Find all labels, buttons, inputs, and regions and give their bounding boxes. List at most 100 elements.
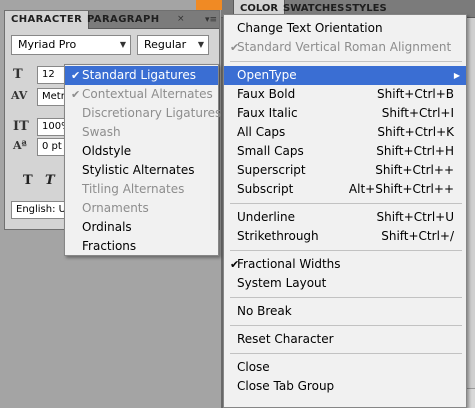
menu-item-fractional-widths[interactable]: ✔ Fractional Widths [224, 255, 466, 274]
submenu-item-swash: Swash [65, 123, 218, 142]
submenu-item-label: Stylistic Alternates [82, 163, 195, 177]
menu-separator [230, 203, 462, 204]
submenu-item-label: Ordinals [82, 220, 132, 234]
menu-item-all-caps[interactable]: All Caps Shift+Ctrl+K [224, 123, 466, 142]
font-family-value: Myriad Pro [18, 38, 77, 51]
menu-item-close-tab-group[interactable]: Close Tab Group [224, 377, 466, 396]
tab-swatches-label: SWATCHES [283, 3, 345, 14]
close-icon[interactable]: × [177, 15, 186, 24]
menu-item-reset-character[interactable]: Reset Character [224, 330, 466, 349]
submenu-item-standard-ligatures[interactable]: ✔ Standard Ligatures [65, 66, 218, 85]
menu-item-strikethrough[interactable]: Strikethrough Shift+Ctrl+/ [224, 227, 466, 246]
font-family-select[interactable]: Myriad Pro ▼ [11, 35, 131, 55]
submenu-item-label: Swash [82, 125, 121, 139]
menu-item-label: Superscript [237, 163, 306, 177]
menu-item-opentype[interactable]: OpenType ▶ [224, 66, 466, 85]
font-size-value: 12 pt [42, 69, 55, 80]
menu-item-label: All Caps [237, 125, 286, 139]
submenu-item-label: Discretionary Ligatures [82, 106, 222, 120]
faux-italic-icon[interactable]: T [45, 173, 55, 188]
kerning-icon: AV [11, 89, 28, 102]
menu-item-close[interactable]: Close [224, 358, 466, 377]
menu-item-faux-italic[interactable]: Faux Italic Shift+Ctrl+I [224, 104, 466, 123]
menu-item-superscript[interactable]: Superscript Shift+Ctrl++ [224, 161, 466, 180]
submenu-item-titling-alternates: Titling Alternates [65, 180, 218, 199]
checkmark-icon: ✔ [71, 69, 81, 82]
character-panel-tabbar: CHARACTER PARAGRAPH × ▾≡ [5, 11, 219, 29]
submenu-item-stylistic-alternates[interactable]: Stylistic Alternates [65, 161, 218, 180]
font-style-select[interactable]: Regular ▼ [137, 35, 209, 55]
font-size-field[interactable]: 12 pt [37, 66, 67, 84]
menu-separator [230, 297, 462, 298]
menu-item-label: Standard Vertical Roman Alignment [237, 40, 452, 54]
language-value: English: U [16, 204, 66, 215]
menu-item-system-layout[interactable]: System Layout [224, 274, 466, 293]
submenu-item-ornaments: Ornaments [65, 199, 218, 218]
menu-item-label: Reset Character [237, 332, 334, 346]
submenu-item-label: Ornaments [82, 201, 149, 215]
tab-paragraph[interactable]: PARAGRAPH [81, 11, 166, 29]
menu-item-label: Close Tab Group [237, 379, 335, 393]
menu-item-shortcut: Shift+Ctrl+K [377, 125, 454, 139]
checkmark-icon: ✔ [71, 88, 81, 101]
faux-bold-icon[interactable]: T [23, 173, 33, 188]
menu-item-underline[interactable]: Underline Shift+Ctrl+U [224, 208, 466, 227]
menu-item-label: Strikethrough [237, 229, 319, 243]
menu-item-label: OpenType [237, 68, 297, 82]
menu-item-label: Underline [237, 210, 295, 224]
baseline-shift-field[interactable]: 0 pt [37, 138, 67, 156]
menu-item-label: Faux Bold [237, 87, 296, 101]
opentype-submenu: ✔ Standard Ligatures ✔ Contextual Altern… [64, 64, 222, 256]
menu-item-label: Faux Italic [237, 106, 298, 120]
menu-item-shortcut: Shift+Ctrl+/ [381, 229, 454, 243]
menu-item-label: Small Caps [237, 144, 304, 158]
menu-item-label: Fractional Widths [237, 257, 341, 271]
kerning-field[interactable]: Metr [37, 88, 67, 106]
submenu-item-label: Fractions [82, 239, 137, 253]
menu-item-shortcut: Shift+Ctrl++ [375, 163, 454, 177]
language-select[interactable]: English: U [11, 201, 71, 219]
menu-item-no-break[interactable]: No Break [224, 302, 466, 321]
watermark-label [196, 0, 222, 10]
submenu-item-ordinals[interactable]: Ordinals [65, 218, 218, 237]
vertical-scale-field[interactable]: 100% [37, 118, 67, 136]
font-size-icon: T [13, 67, 23, 82]
menu-item-change-text-orientation[interactable]: Change Text Orientation [224, 19, 466, 38]
font-style-value: Regular [144, 38, 187, 51]
submenu-item-oldstyle[interactable]: Oldstyle [65, 142, 218, 161]
menu-separator [230, 250, 462, 251]
menu-item-shortcut: Alt+Shift+Ctrl++ [348, 182, 454, 196]
menu-item-shortcut: Shift+Ctrl+U [376, 210, 454, 224]
tab-color-label: COLOR [240, 3, 279, 14]
menu-separator [230, 325, 462, 326]
menu-item-shortcut: Shift+Ctrl+B [377, 87, 454, 101]
menu-separator [230, 353, 462, 354]
submenu-item-label: Contextual Alternates [82, 87, 213, 101]
submenu-item-contextual-alternates: ✔ Contextual Alternates [65, 85, 218, 104]
menu-item-label: Subscript [237, 182, 294, 196]
menu-item-label: Change Text Orientation [237, 21, 383, 35]
submenu-item-label: Standard Ligatures [82, 68, 197, 82]
menu-item-shortcut: Shift+Ctrl+H [376, 144, 454, 158]
menu-separator [230, 61, 462, 62]
menu-item-faux-bold[interactable]: Faux Bold Shift+Ctrl+B [224, 85, 466, 104]
tab-styles-label: STYLES [345, 3, 387, 14]
submenu-item-label: Oldstyle [82, 144, 132, 158]
submenu-item-label: Titling Alternates [82, 182, 185, 196]
submenu-item-fractions[interactable]: Fractions [65, 237, 218, 256]
panel-flyout-menu: Change Text Orientation ✔ Standard Verti… [223, 14, 467, 408]
chevron-down-icon: ▼ [119, 40, 126, 49]
chevron-down-icon: ▼ [197, 40, 204, 49]
menu-item-label: No Break [237, 304, 292, 318]
menu-item-standard-vertical-roman-alignment: ✔ Standard Vertical Roman Alignment [224, 38, 466, 57]
submenu-arrow-icon: ▶ [453, 71, 460, 80]
menu-item-label: Close [237, 360, 270, 374]
menu-item-small-caps[interactable]: Small Caps Shift+Ctrl+H [224, 142, 466, 161]
baseline-shift-icon: Aª [13, 139, 27, 152]
baseline-shift-value: 0 pt [42, 141, 62, 152]
tab-character-label: CHARACTER [11, 14, 83, 25]
tab-character[interactable]: CHARACTER [5, 11, 90, 29]
menu-item-subscript[interactable]: Subscript Alt+Shift+Ctrl++ [224, 180, 466, 199]
panel-menu-icon[interactable]: ▾≡ [205, 14, 217, 26]
vertical-scale-icon: IT [13, 119, 29, 134]
